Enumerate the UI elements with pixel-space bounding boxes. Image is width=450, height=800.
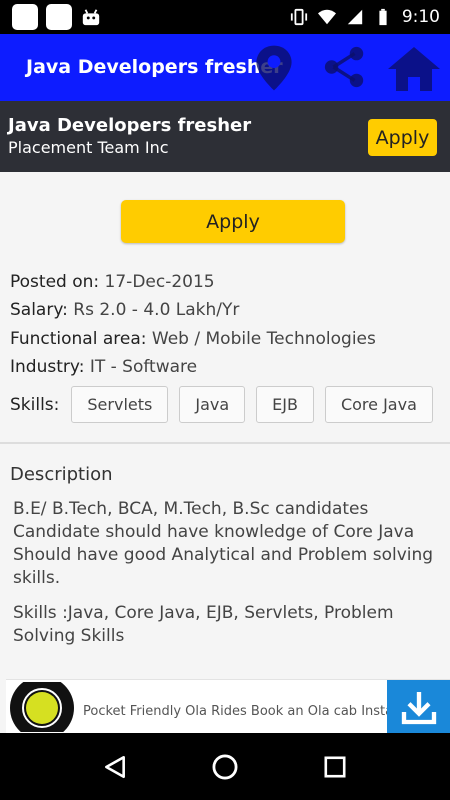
posted-on-value: 17-Dec-2015 [104, 272, 215, 292]
skill-chip[interactable]: Core Java [324, 386, 433, 423]
ad-text[interactable]: Pocket Friendly Ola Rides Book an Ola ca… [83, 704, 418, 719]
industry-label: Industry: [10, 357, 85, 377]
recents-icon [324, 755, 346, 778]
battery-icon [379, 8, 387, 26]
skill-chip[interactable]: Servlets [71, 386, 169, 423]
description-paragraph: B.E/ B.Tech, BCA, M.Tech, B.Sc candidate… [13, 499, 434, 588]
functional-area-label: Functional area: [10, 329, 147, 349]
status-bar-system: 9:10 [290, 7, 440, 27]
navigation-bar [0, 733, 450, 800]
functional-area-row: Functional area: Web / Mobile Technologi… [10, 329, 376, 349]
recents-button[interactable] [320, 752, 350, 782]
industry-value: IT - Software [89, 357, 198, 377]
home-button[interactable] [210, 752, 240, 782]
description-paragraph: Skills :Java, Core Java, EJB, Servlets, … [13, 603, 394, 646]
description-title: Description [10, 464, 113, 485]
status-time: 9:10 [401, 7, 440, 27]
salary-value: Rs 2.0 - 4.0 Lakh/Yr [73, 300, 240, 320]
apply-button[interactable]: Apply [121, 200, 345, 243]
posted-on-row: Posted on: 17-Dec-2015 [10, 272, 215, 292]
skills-row: Skills: Servlets Java EJB Core Java [10, 386, 444, 423]
skill-chip[interactable]: EJB [256, 386, 314, 423]
share-icon[interactable] [322, 44, 368, 90]
app-bar: Java Developers fresher [0, 34, 450, 101]
job-title: Java Developers fresher [8, 115, 252, 136]
notification-icon [12, 4, 38, 30]
status-bar: 9:10 [0, 0, 450, 34]
header-apply-button[interactable]: Apply [368, 119, 437, 156]
functional-area-value: Web / Mobile Technologies [151, 329, 376, 349]
signal-icon [347, 9, 363, 25]
app-bar-title: Java Developers fresher [26, 56, 283, 78]
industry-row: Industry: IT - Software [10, 357, 197, 377]
android-icon [82, 9, 100, 26]
back-icon [105, 755, 125, 778]
home-circle-icon [212, 754, 238, 779]
divider [0, 442, 450, 444]
notification-icon [46, 4, 72, 30]
ad-download-button[interactable] [387, 680, 450, 734]
ad-banner[interactable]: Pocket Friendly Ola Rides Book an Ola ca… [6, 679, 450, 734]
ola-logo-icon [10, 682, 74, 732]
company-name: Placement Team Inc [8, 138, 169, 157]
back-button[interactable] [100, 752, 130, 782]
skill-chip[interactable]: Java [179, 386, 246, 423]
skills-label: Skills: [10, 394, 60, 415]
location-pin-icon[interactable] [254, 44, 294, 92]
vibrate-icon [290, 8, 307, 26]
salary-row: Salary: Rs 2.0 - 4.0 Lakh/Yr [10, 300, 239, 320]
status-bar-notifications [12, 4, 102, 30]
wifi-icon [317, 9, 336, 25]
job-header: Java Developers fresher Placement Team I… [0, 101, 450, 172]
salary-label: Salary: [10, 300, 68, 320]
home-icon[interactable] [386, 44, 442, 94]
download-icon [401, 692, 436, 725]
posted-on-label: Posted on: [10, 272, 100, 292]
